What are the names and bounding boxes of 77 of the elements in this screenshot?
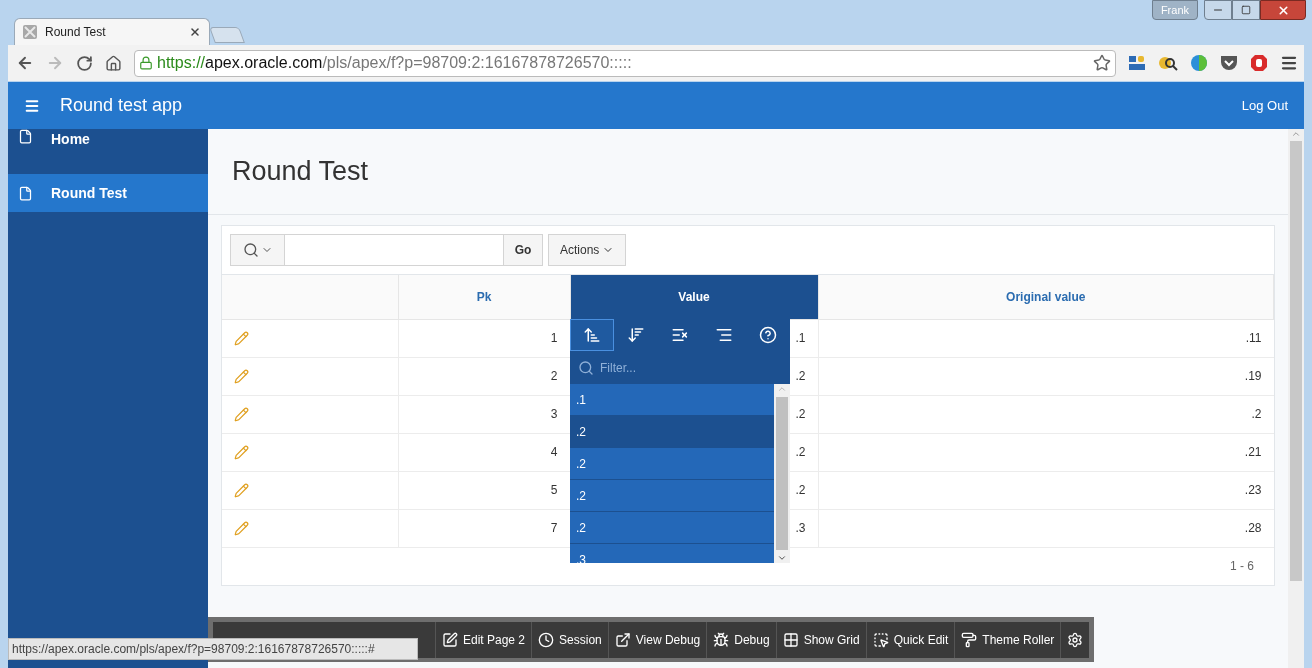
- scroll-down-icon[interactable]: [777, 553, 787, 563]
- filter-input[interactable]: Filter...: [600, 358, 760, 377]
- logout-link[interactable]: Log Out: [1241, 95, 1288, 116]
- lock-icon: [139, 56, 153, 70]
- document-icon: [18, 185, 33, 201]
- control-break-icon: [715, 326, 733, 344]
- bug-icon: [713, 631, 730, 648]
- document-icon: [18, 129, 33, 144]
- table-cell: .23: [818, 471, 1274, 509]
- clock-icon: [538, 631, 555, 648]
- bookmark-star-icon[interactable]: [1093, 54, 1111, 72]
- toolbar-button[interactable]: Show Grid: [775, 621, 866, 658]
- search-icon: [242, 242, 259, 258]
- sort-ascending-icon: [583, 326, 601, 344]
- grid-icon: [782, 631, 799, 648]
- edit-icon: [442, 631, 458, 648]
- app-title: Round test app: [60, 94, 184, 117]
- table-cell: .19: [818, 357, 1274, 395]
- search-field[interactable]: [285, 234, 503, 266]
- column-header[interactable]: Original value: [818, 275, 1274, 319]
- value-option[interactable]: .2: [570, 416, 774, 448]
- close-button[interactable]: [1260, 0, 1306, 20]
- status-url: https://apex.oracle.com/pls/apex/f?p=98709:2:16167878726570:::::#: [8, 638, 418, 660]
- table-cell: .2: [818, 395, 1274, 433]
- go-button[interactable]: Go: [503, 234, 543, 266]
- help-icon: [759, 326, 777, 344]
- value-option[interactable]: .1: [570, 384, 774, 416]
- value-option[interactable]: .2: [570, 480, 774, 512]
- table-cell: .21: [818, 433, 1274, 471]
- scroll-thumb[interactable]: [776, 397, 788, 550]
- stop-sign-icon[interactable]: [1250, 54, 1268, 72]
- table-cell: .28: [818, 509, 1274, 547]
- close-icon: [1276, 3, 1290, 17]
- tab-title: Round Test: [45, 24, 107, 41]
- search-column-button[interactable]: [230, 234, 285, 266]
- value-option[interactable]: .2: [570, 448, 774, 480]
- toolbar-button[interactable]: Session: [531, 621, 608, 658]
- actions-button[interactable]: Actions: [548, 234, 627, 266]
- menu-icon[interactable]: [1280, 54, 1298, 72]
- settings-icon: [1067, 631, 1084, 648]
- minimize-button[interactable]: [1204, 0, 1232, 20]
- pagination-text: 1 - 6: [1230, 558, 1254, 575]
- toolbar-button[interactable]: Debug: [706, 621, 776, 658]
- menu-icon[interactable]: [24, 97, 40, 114]
- pocket-icon[interactable]: [1220, 55, 1238, 71]
- column-menu-button[interactable]: [570, 319, 614, 351]
- home-icon[interactable]: [105, 54, 122, 72]
- paint-roller-icon: [961, 631, 978, 648]
- sidebar-item[interactable]: Round Test: [8, 174, 208, 212]
- table-cell: .11: [818, 319, 1274, 357]
- reload-icon[interactable]: [76, 54, 93, 72]
- toolbar-button[interactable]: View Debug: [607, 621, 707, 658]
- toolbar-button[interactable]: Theme Roller: [954, 621, 1061, 658]
- external-link-icon: [614, 631, 631, 648]
- close-icon[interactable]: [189, 26, 201, 38]
- value-option[interactable]: .2: [570, 512, 774, 544]
- sort-descending-icon: [627, 326, 645, 344]
- toolbar-button[interactable]: Edit Page 2: [435, 621, 532, 658]
- toolbar-button[interactable]: Quick Edit: [865, 621, 955, 658]
- column-header[interactable]: Value: [570, 275, 818, 319]
- pointer-icon: [872, 631, 889, 648]
- globe-icon[interactable]: [1190, 54, 1208, 72]
- maximize-button[interactable]: [1232, 0, 1260, 20]
- extension-icon[interactable]: [1128, 54, 1146, 72]
- page-favicon: [23, 25, 37, 39]
- hide-column-icon: [671, 326, 689, 344]
- search-icon: [578, 359, 594, 376]
- back-icon[interactable]: [16, 54, 34, 72]
- address-bar[interactable]: https://apex.oracle.com/pls/apex/f?p=98709:2:16167878726570:::::: [134, 49, 1116, 77]
- maximize-icon: [1241, 5, 1251, 15]
- value-option[interactable]: .3: [570, 544, 774, 563]
- scroll-thumb[interactable]: [1290, 141, 1302, 581]
- browser-tab[interactable]: Round Test: [14, 18, 210, 45]
- magnifier-icon[interactable]: [1158, 54, 1178, 72]
- url-text: https://apex.oracle.com/pls/apex/f?p=98709:2:16167878726570:::::: [157, 53, 633, 73]
- page-title: Round Test: [232, 155, 369, 189]
- column-header[interactable]: Pk: [398, 275, 570, 319]
